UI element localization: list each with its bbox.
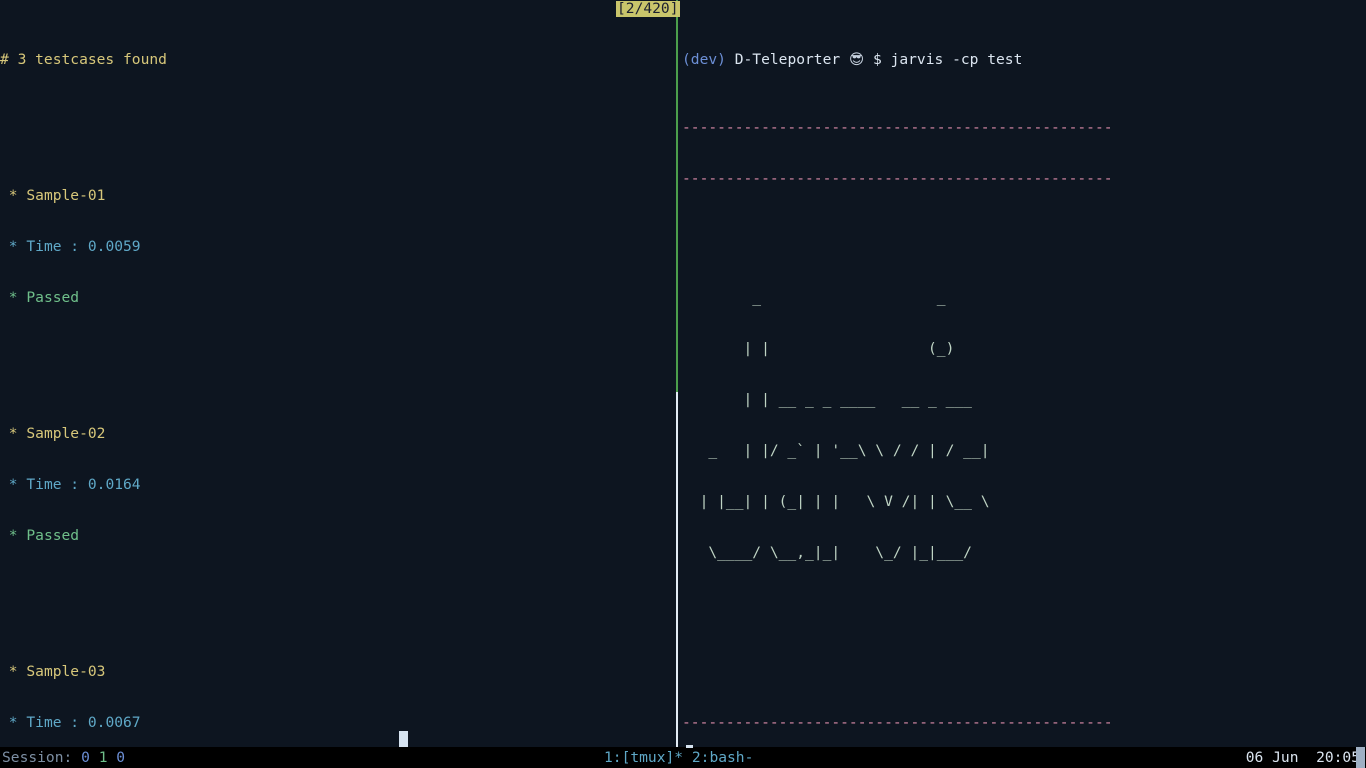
left-sample-1-time: * Time : 0.0059: [8, 238, 141, 255]
tmux-pane-left[interactable]: # 3 testcases found * Sample-01 * Time :…: [0, 0, 670, 747]
left-sample-1-name: * Sample-01: [8, 187, 106, 204]
left-sample-3-name: * Sample-03: [8, 663, 106, 680]
ascii-art-line: | | __ _ _ ____ __ _ ___: [682, 391, 972, 408]
tmux-pane-divider[interactable]: [676, 0, 678, 747]
right-separator-top: ----------------------------------------…: [682, 119, 1113, 136]
status-session-info[interactable]: Session: 0 1 0: [2, 747, 125, 768]
left-sample-2-time: * Time : 0.0164: [8, 476, 141, 493]
left-pane-cursor: [399, 731, 408, 748]
ascii-art-line: _ _: [682, 289, 946, 306]
left-sample-2-verdict: * Passed: [8, 527, 80, 544]
divider-inactive-segment: [676, 392, 678, 747]
tmux-status-bar[interactable]: Session: 0 1 0 1:[tmux]* 2:bash- 06 Jun …: [0, 747, 1366, 768]
ascii-art-line: | |__| | (_| | | \ V /| | \__ \: [682, 493, 990, 510]
copy-mode-position-indicator: [2/420]: [616, 0, 680, 17]
right-separator-mid: ----------------------------------------…: [682, 714, 1113, 731]
divider-active-segment: [676, 0, 678, 392]
status-bar-marker: [686, 745, 693, 748]
sunglasses-emoji: 😎: [848, 51, 865, 68]
status-datetime: 06 Jun 20:05: [1245, 749, 1360, 766]
ascii-art-line: \____/ \__,_|_| \_/ |_|___/: [682, 544, 972, 561]
right-separator-top: ----------------------------------------…: [682, 170, 1113, 187]
terminal-screen: # 3 testcases found * Sample-01 * Time :…: [0, 0, 1366, 768]
status-window-tmux[interactable]: 1:[tmux]*: [604, 749, 683, 766]
left-testcases-header: # 3 testcases found: [0, 51, 167, 68]
left-sample-1-verdict: * Passed: [8, 289, 80, 306]
status-bar-cursor: [1356, 747, 1365, 768]
ascii-art-line: _ | |/ _` | '__\ \ / / | / __|: [682, 442, 990, 459]
left-sample-2-name: * Sample-02: [8, 425, 106, 442]
tmux-pane-right[interactable]: (dev) D-Teleporter 😎 $ jarvis -cp test -…: [682, 0, 1366, 747]
status-window-list[interactable]: 1:[tmux]* 2:bash-: [604, 747, 753, 768]
right-prompt-line: (dev) D-Teleporter 😎 $ jarvis -cp test: [682, 51, 1023, 68]
status-window-bash[interactable]: 2:bash-: [692, 749, 754, 766]
left-sample-3-time: * Time : 0.0067: [8, 714, 141, 731]
ascii-art-line: | | (_): [682, 340, 955, 357]
